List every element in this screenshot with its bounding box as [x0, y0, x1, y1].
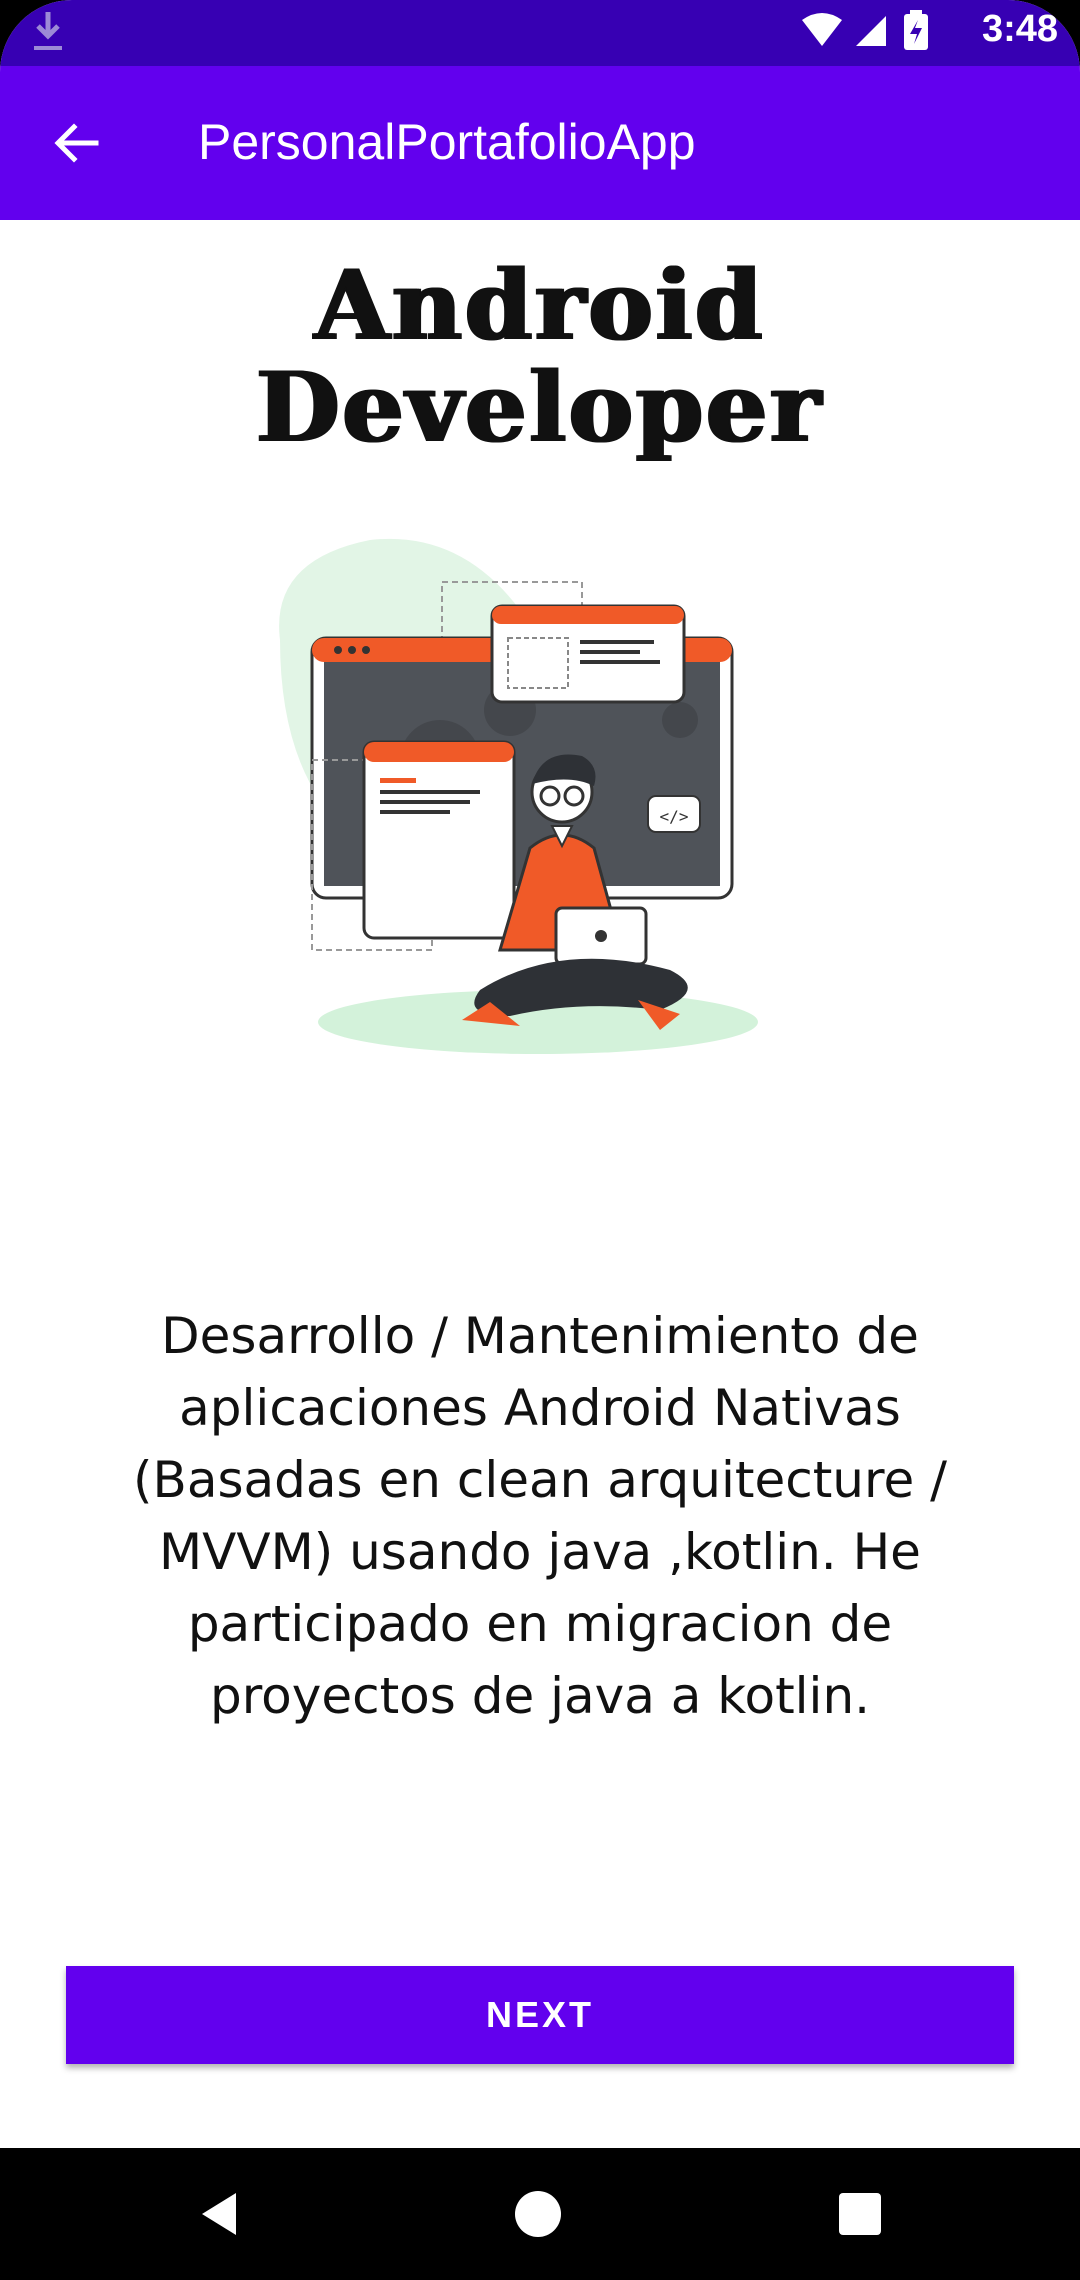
signal-icon: [856, 16, 886, 46]
back-arrow-icon: [54, 123, 99, 163]
app-screen: 3:48 PersonalPortafolioApp Android Devel…: [0, 0, 1080, 2280]
nav-home-button[interactable]: [506, 2182, 570, 2246]
nav-back-button[interactable]: [188, 2182, 252, 2246]
developer-illustration: </>: [279, 538, 758, 1054]
navigation-bar: [0, 2148, 1080, 2280]
headline-line2: Developer: [256, 351, 824, 464]
download-icon: [34, 12, 62, 50]
battery-icon: [904, 10, 928, 50]
nav-back-icon: [202, 2193, 236, 2235]
headline: Android Developer: [0, 255, 1080, 459]
nav-recents-icon: [839, 2193, 881, 2235]
app-title: PersonalPortafolioApp: [198, 114, 696, 170]
nav-recents-button[interactable]: [828, 2182, 892, 2246]
wifi-icon: [802, 13, 842, 46]
back-button[interactable]: [44, 110, 110, 176]
app-bar: PersonalPortafolioApp: [0, 66, 1080, 220]
nav-home-icon: [515, 2191, 561, 2237]
svg-text:</>: </>: [660, 807, 689, 826]
status-time: 3:48: [981, 8, 1058, 50]
status-bar: 3:48: [0, 0, 1080, 66]
description-text: Desarrollo / Mantenimiento de aplicacion…: [133, 1307, 947, 1725]
next-button[interactable]: NEXT: [66, 1966, 1014, 2064]
headline-line1: Android: [314, 249, 766, 362]
